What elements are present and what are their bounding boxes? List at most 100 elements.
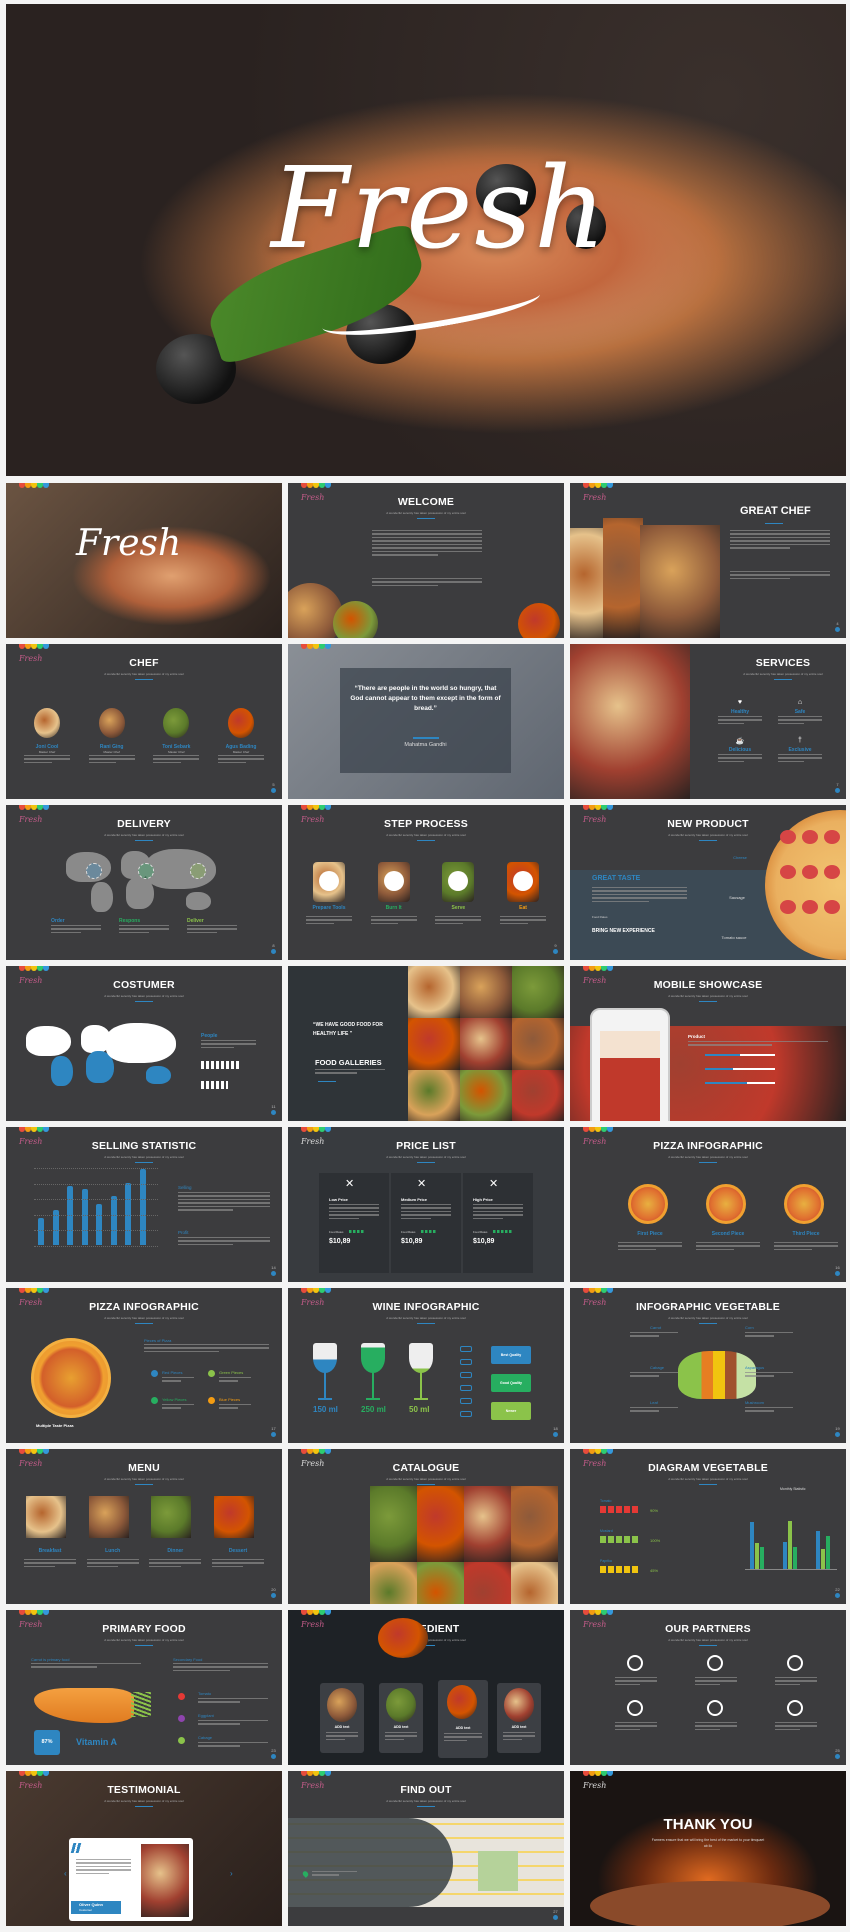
text-block	[144, 1344, 269, 1354]
slide-title: FIND OUT	[400, 1784, 452, 1796]
slide-thanks[interactable]: Fresh THANK YOU Farmers ensure that we wil…	[570, 1771, 846, 1926]
slide-cover[interactable]: Fresh	[6, 483, 282, 638]
page-number: 22	[835, 1587, 840, 1598]
text-line	[473, 1210, 523, 1213]
text-line	[730, 533, 830, 535]
text-block	[312, 1871, 357, 1878]
slide-row[interactable]: Fresh MENU A wonderful serenity has taken …	[6, 1449, 282, 1604]
title-underline	[417, 1806, 435, 1807]
slide-findout[interactable]: Fresh FIND OUT A wonderful serenity has ta…	[288, 1771, 564, 1926]
rainbow-segment	[43, 1449, 49, 1454]
text-line	[76, 1862, 131, 1864]
text-line	[329, 1210, 379, 1213]
heart-icon: ♥	[737, 699, 743, 706]
slide-ingredient[interactable]: FreshINGREDIENTA wonderful serenity has …	[288, 1610, 564, 1765]
scale-tag	[460, 1346, 472, 1352]
slide-testimonial[interactable]: Fresh TESTIMONIAL A wonderful serenity has…	[6, 1771, 282, 1926]
next-arrow[interactable]: ›	[230, 1869, 233, 1878]
slide-selling[interactable]: Fresh SELLING STATISTIC A wonderful sereni…	[6, 1127, 282, 1282]
veg-label: Corn	[745, 1325, 754, 1330]
text-line	[370, 916, 417, 918]
slide-delivery[interactable]: Fresh DELIVERY A wonderful serenity has ta…	[6, 805, 282, 960]
slide-primary[interactable]: Fresh PRIMARY FOOD A wonderful serenity ha…	[6, 1610, 282, 1765]
slide-row[interactable]: Fresh PIZZA INFOGRAPHIC A wonderful sereni…	[570, 1127, 846, 1282]
text-line	[178, 1198, 270, 1201]
rainbow-bar	[301, 644, 331, 649]
slide-title: GREAT CHEF	[740, 505, 811, 517]
quality-button[interactable]: Newer	[491, 1402, 531, 1420]
slide-subtitle: A wonderful serenity has taken possessio…	[668, 1155, 748, 1159]
slide-wine[interactable]: Fresh WINE INFOGRAPHIC A wonderful serenit…	[288, 1288, 564, 1443]
text-line	[219, 1377, 251, 1379]
text-block	[435, 916, 482, 926]
slide-partners[interactable]: Fresh OUR PARTNERS A wonderful serenity ha…	[570, 1610, 846, 1765]
slide-veg[interactable]: Fresh INFOGRAPHIC VEGETABLE A wonderful se…	[570, 1288, 846, 1443]
menu-photo	[88, 1496, 129, 1538]
quality-button[interactable]: Best Quality	[491, 1346, 531, 1364]
rainbow-segment	[607, 1288, 613, 1293]
text-block	[201, 1040, 256, 1050]
delivery-label: Order	[51, 918, 65, 924]
slide-row[interactable]: Fresh STEP PROCESS A wonderful serenity ha…	[288, 805, 564, 960]
text-line	[695, 1680, 737, 1682]
slide-title: STEP PROCESS	[384, 818, 468, 830]
scale-tag	[460, 1411, 472, 1417]
text-line	[372, 543, 482, 546]
slide-gallery[interactable]: Fresh“WE HAVE GOOD FOOD FOR HEALTHY LIFE…	[288, 966, 564, 1121]
text-line	[329, 1214, 379, 1216]
page-number: 9	[553, 943, 558, 954]
text-block	[24, 1559, 76, 1569]
rainbow-bar	[19, 483, 49, 488]
text-line	[774, 1242, 838, 1244]
cutlery-icon: ✕	[489, 1178, 499, 1190]
prev-arrow[interactable]: ‹	[64, 1869, 67, 1878]
slide-pieces[interactable]: Fresh PIZZA INFOGRAPHIC A wonderful sereni…	[6, 1288, 282, 1443]
slide-subtitle: A wonderful serenity has taken possessio…	[104, 994, 184, 998]
slide-quote[interactable]: “There are people in the world so hungry…	[288, 644, 564, 799]
page-number: 25	[835, 1748, 840, 1759]
color-dot	[208, 1397, 215, 1404]
slide-diagram[interactable]: Fresh DIAGRAM VEGETABLE A wonderful sereni…	[570, 1449, 846, 1604]
text-line	[198, 1720, 268, 1722]
partner-badge	[787, 1700, 803, 1716]
slide-mobile[interactable]: Fresh MOBILE SHOWCASE A wonderful serenity…	[570, 966, 846, 1121]
scale-tag	[460, 1385, 472, 1391]
partner-badge	[707, 1700, 723, 1716]
quality-button[interactable]: Good Quality	[491, 1374, 531, 1392]
color-dot	[151, 1370, 158, 1377]
text-line	[219, 1380, 239, 1382]
quote-author: Mahatma Gandhi	[404, 742, 447, 748]
slide-welcome[interactable]: Fresh WELCOME A wonderful serenity has tak…	[288, 483, 564, 638]
slide-costumer[interactable]: Fresh COSTUMER A wonderful serenity has ta…	[6, 966, 282, 1121]
slide-subtitle: A wonderful serenity has taken possessio…	[386, 1477, 466, 1481]
text-block	[775, 1677, 817, 1687]
rainbow-segment	[607, 1449, 613, 1454]
slide-catalogue[interactable]: Fresh CATALOGUE A wonderful serenity has t…	[288, 1449, 564, 1604]
slide-product[interactable]: Fresh NEW PRODUCT A wonderful serenity has…	[570, 805, 846, 960]
slide-row[interactable]: Fresh CHEF A wonderful serenity has taken …	[6, 644, 282, 799]
slide-services[interactable]: FreshSERVICESA wonderful serenity has ta…	[570, 644, 846, 799]
page-number: 14	[271, 1265, 276, 1276]
rainbow-bar	[583, 1771, 613, 1776]
slide-subtitle: A wonderful serenity has taken possessio…	[104, 1477, 184, 1481]
text-line	[326, 1735, 358, 1737]
slider-fill	[705, 1082, 747, 1084]
text-block	[198, 1698, 268, 1705]
text-line	[618, 1248, 657, 1251]
slide-greatchef[interactable]: Fresh 4 GREAT CHEF	[570, 483, 846, 638]
text-line	[24, 1559, 76, 1561]
hero-cover-image: Fresh	[6, 4, 846, 476]
person-photo	[141, 1844, 189, 1917]
card-title: ADD text	[334, 1725, 350, 1729]
rainbow-segment	[43, 1771, 49, 1776]
veg-pct: 45%	[650, 1568, 659, 1573]
text-line	[86, 1562, 139, 1564]
text-line	[500, 919, 546, 921]
text-line	[615, 1680, 657, 1682]
slide-price[interactable]: Fresh PRICE LIST A wonderful serenity has …	[288, 1127, 564, 1282]
rainbow-segment	[325, 805, 331, 810]
text-line	[778, 722, 805, 725]
text-line	[198, 1701, 240, 1703]
title-underline	[699, 1484, 717, 1485]
slider-fill	[705, 1068, 733, 1070]
